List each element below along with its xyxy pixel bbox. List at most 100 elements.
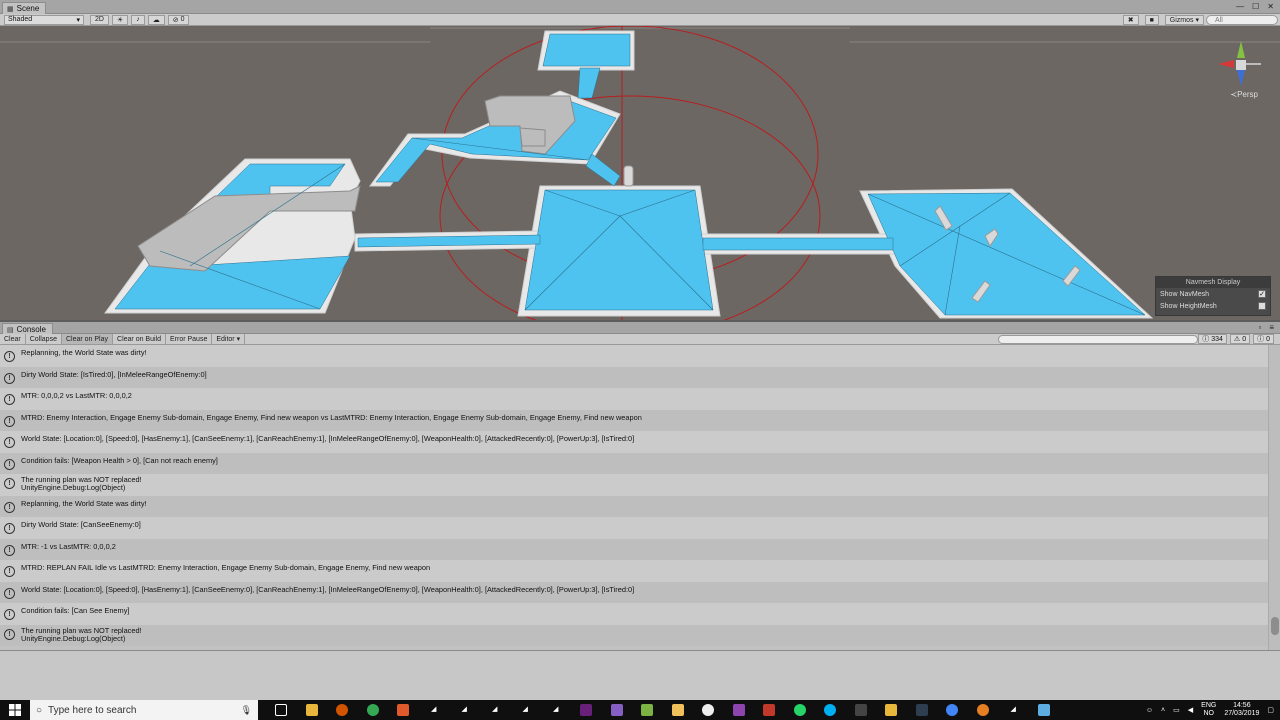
taskbar-app[interactable]: ◢ bbox=[480, 700, 511, 720]
log-entry[interactable]: ! The running plan was NOT replaced! Unit… bbox=[0, 624, 1268, 646]
menu-icon[interactable]: ≡ bbox=[1269, 323, 1274, 332]
people-icon[interactable]: ☺ bbox=[1146, 707, 1153, 714]
log-entry[interactable]: ! Condition fails: [Weapon Health > 0], [… bbox=[0, 452, 1268, 474]
info-icon: ! bbox=[4, 372, 15, 384]
taskbar-app[interactable]: ◢ bbox=[998, 700, 1029, 720]
taskbar-app[interactable] bbox=[663, 700, 694, 720]
taskbar-app[interactable] bbox=[693, 700, 724, 720]
log-entry[interactable]: ! World State: [Location:0], [Speed:0], [… bbox=[0, 581, 1268, 603]
taskbar-app[interactable] bbox=[297, 700, 328, 720]
effects-toggle-icon[interactable]: ☁ bbox=[147, 14, 165, 25]
console-scroll-thumb[interactable] bbox=[1271, 617, 1279, 635]
taskbar-search-input[interactable]: ○ Type here to search 🎙 bbox=[30, 700, 258, 720]
maximize-icon[interactable]: ☐ bbox=[1252, 2, 1259, 11]
info-count-toggle[interactable]: ⓘ 334 bbox=[1198, 334, 1227, 344]
microphone-icon[interactable]: 🎙 bbox=[241, 705, 252, 716]
log-entry[interactable]: ! MTR: 0,0,0,2 vs LastMTR: 0,0,0,2 bbox=[0, 388, 1268, 410]
log-entry[interactable]: ! Dirty World State: [IsTired:0], [InMele… bbox=[0, 366, 1268, 388]
taskbar-app[interactable] bbox=[937, 700, 968, 720]
minimize-icon[interactable]: — bbox=[1236, 2, 1244, 11]
lock-icon[interactable]: ▫ bbox=[1258, 323, 1261, 332]
log-entry[interactable]: ! MTR: -1 vs LastMTR: 0,0,0,2 bbox=[0, 538, 1268, 560]
camera-settings-icon[interactable]: ■ bbox=[1144, 15, 1159, 25]
taskbar-app[interactable] bbox=[632, 700, 663, 720]
audio-toggle-icon[interactable]: ♪ bbox=[131, 14, 145, 25]
app-icon bbox=[671, 704, 684, 716]
app-icon bbox=[763, 704, 776, 716]
taskbar-app[interactable] bbox=[388, 700, 419, 720]
shading-mode-label: Shaded bbox=[8, 16, 33, 23]
volume-icon[interactable]: ◀ bbox=[1188, 706, 1193, 714]
clock[interactable]: 14:56 27/03/2019 bbox=[1224, 702, 1259, 718]
console-search-input[interactable] bbox=[998, 335, 1198, 344]
log-entry[interactable]: ! MTRD: REPLAN FAIL Idle vs LastMTRD: Ene… bbox=[0, 560, 1268, 582]
task-view-button[interactable] bbox=[266, 700, 297, 720]
gizmos-dropdown[interactable]: Gizmos ▾ bbox=[1164, 15, 1204, 25]
log-entry[interactable]: ! The running plan was NOT replaced! Unit… bbox=[0, 474, 1268, 496]
start-button[interactable] bbox=[0, 700, 30, 720]
info-icon: ! bbox=[4, 478, 15, 489]
log-entry[interactable]: ! Replanning, the World State was dirty! bbox=[0, 345, 1268, 367]
toggle-2d-button[interactable]: 2D bbox=[90, 14, 109, 25]
taskbar-app[interactable] bbox=[968, 700, 999, 720]
taskbar-app[interactable] bbox=[907, 700, 938, 720]
taskbar-app[interactable] bbox=[358, 700, 389, 720]
network-icon[interactable]: ▭ bbox=[1173, 706, 1180, 714]
clear-on-play-button[interactable]: Clear on Play bbox=[61, 334, 114, 344]
taskbar-app[interactable] bbox=[327, 700, 358, 720]
clear-on-build-button[interactable]: Clear on Build bbox=[113, 334, 166, 344]
log-text: The running plan was NOT replaced! Unity… bbox=[21, 475, 142, 492]
show-heightmesh-row[interactable]: Show HeightMesh bbox=[1156, 300, 1270, 312]
file-explorer-icon bbox=[305, 704, 318, 716]
taskbar-app[interactable] bbox=[571, 700, 602, 720]
warning-count-toggle[interactable]: ⚠ 0 bbox=[1229, 334, 1251, 344]
show-navmesh-checkbox[interactable]: ✓ bbox=[1258, 290, 1266, 298]
show-heightmesh-checkbox[interactable] bbox=[1258, 302, 1266, 310]
editor-dropdown[interactable]: Editor ▾ bbox=[212, 334, 246, 344]
shading-mode-dropdown[interactable]: Shaded ▾ bbox=[4, 14, 84, 25]
taskbar-app[interactable]: ◢ bbox=[510, 700, 541, 720]
persp-label[interactable]: ≺Persp bbox=[1230, 90, 1258, 99]
scene-search-input[interactable]: All bbox=[1206, 15, 1278, 25]
notifications-icon[interactable]: ▢ bbox=[1267, 706, 1274, 714]
log-entry[interactable]: ! MTRD: Enemy Interaction, Engage Enemy S… bbox=[0, 409, 1268, 431]
taskbar-app[interactable] bbox=[754, 700, 785, 720]
error-count-toggle[interactable]: ⓘ 0 bbox=[1253, 334, 1274, 344]
log-entry[interactable]: ! World State: [Location:0], [Speed:0], [… bbox=[0, 431, 1268, 453]
taskbar-app[interactable] bbox=[602, 700, 633, 720]
log-entry[interactable]: ! Replanning, the World State was dirty! bbox=[0, 495, 1268, 517]
taskbar-app[interactable] bbox=[785, 700, 816, 720]
show-navmesh-row[interactable]: Show NavMesh ✓ bbox=[1156, 288, 1270, 300]
unity-icon: ◢ bbox=[461, 706, 467, 713]
chevron-up-icon[interactable]: ˄ bbox=[1161, 707, 1165, 714]
chrome-icon bbox=[946, 704, 959, 716]
taskbar-pinned-apps: ◢ ◢ ◢ ◢ ◢ ◢ bbox=[266, 700, 1059, 720]
log-entry[interactable]: ! Dirty World State: [CanSeeEnemy:0] bbox=[0, 517, 1268, 539]
taskbar-app[interactable] bbox=[1029, 700, 1060, 720]
hidden-objects-toggle[interactable]: ⊘ 0 bbox=[167, 14, 190, 25]
lighting-toggle-icon[interactable]: ☀ bbox=[111, 14, 129, 25]
taskbar-app[interactable] bbox=[846, 700, 877, 720]
error-pause-button[interactable]: Error Pause bbox=[166, 334, 213, 344]
app-icon bbox=[854, 704, 867, 716]
taskbar-app[interactable] bbox=[724, 700, 755, 720]
orientation-gizmo[interactable] bbox=[1216, 36, 1266, 116]
clear-button[interactable]: Clear bbox=[0, 334, 26, 344]
taskbar-app[interactable] bbox=[815, 700, 846, 720]
unity-icon: ◢ bbox=[431, 706, 437, 713]
taskbar-app[interactable]: ◢ bbox=[449, 700, 480, 720]
editor-dropdown-label: Editor bbox=[216, 335, 235, 343]
taskbar-app[interactable]: ◢ bbox=[541, 700, 572, 720]
close-icon[interactable]: ✕ bbox=[1267, 2, 1274, 11]
console-scrollbar[interactable] bbox=[1268, 345, 1280, 650]
taskbar-app[interactable]: ◢ bbox=[419, 700, 450, 720]
tab-scene[interactable]: ▦ Scene bbox=[2, 2, 47, 14]
info-count: 334 bbox=[1211, 335, 1223, 343]
info-icon: ! bbox=[4, 566, 15, 577]
scene-viewport[interactable]: ≺Persp Navmesh Display Show NavMesh ✓ Sh… bbox=[0, 26, 1280, 320]
log-entry[interactable]: ! Condition fails: [Can See Enemy] bbox=[0, 603, 1268, 625]
taskbar-app[interactable] bbox=[876, 700, 907, 720]
language-indicator[interactable]: ENG NO bbox=[1201, 702, 1216, 718]
collapse-button[interactable]: Collapse bbox=[26, 334, 62, 344]
camera-tools-icon[interactable]: ✖ bbox=[1122, 15, 1139, 25]
